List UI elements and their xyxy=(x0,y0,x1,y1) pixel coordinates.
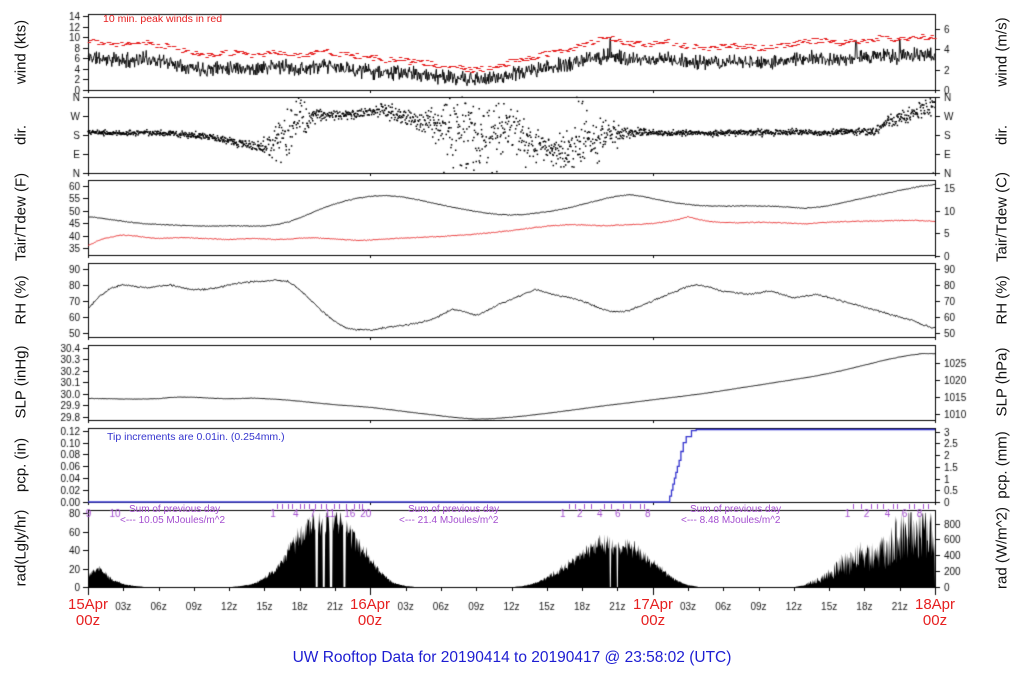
solar-sum-label: Sum of previous day xyxy=(690,504,782,515)
weather-plot-canvas xyxy=(0,0,1024,700)
day-date: 18Apr xyxy=(914,596,956,613)
axis-title-tair-c: Tair/Tdew (C) xyxy=(993,171,1011,263)
peak-wind-note: 10 min. peak winds in red xyxy=(103,13,223,25)
day-date: 16Apr xyxy=(349,596,391,613)
axis-title-dir-right: dir. xyxy=(993,124,1011,146)
axis-title-wind-ms: wind (m/s) xyxy=(993,17,1011,87)
day-date: 17Apr xyxy=(632,596,674,613)
solar-sum-value: <--- 8.48 MJoules/m^2 xyxy=(681,515,781,526)
axis-title-rh-left: RH (%) xyxy=(12,275,30,325)
axis-title-pcp-mm: pcp. (mm) xyxy=(993,431,1011,499)
day-date: 15Apr xyxy=(67,596,109,613)
solar-sum-label: Sum of previous day xyxy=(129,504,221,515)
day-time: 00z xyxy=(640,612,666,629)
axis-title-slp-inhg: SLP (inHg) xyxy=(12,345,30,419)
solar-sum-value: <--- 21.4 MJoules/m^2 xyxy=(399,515,499,526)
x-axis-day-label: 15Apr 00z xyxy=(68,597,108,629)
axis-title-dir-left: dir. xyxy=(12,124,30,146)
axis-title-rh-right: RH (%) xyxy=(993,275,1011,325)
axis-title-rad-ly: rad(Lgly/hr) xyxy=(12,509,30,587)
day-time: 00z xyxy=(357,612,383,629)
axis-title-tair-f: Tair/Tdew (F) xyxy=(12,172,30,262)
solar-sum-day1: Sum of previous day <--- 10.05 MJoules/m… xyxy=(120,504,225,526)
x-axis-day-label: 17Apr 00z xyxy=(633,597,673,629)
solar-sum-day2: Sum of previous day <--- 21.4 MJoules/m^… xyxy=(399,504,500,526)
x-axis-day-label: 16Apr 00z xyxy=(350,597,390,629)
axis-title-wind-kts: wind (kts) xyxy=(12,19,30,85)
axis-title-rad-wm2: rad (W/m^2) xyxy=(993,506,1011,590)
figure-title: UW Rooftop Data for 20190414 to 20190417… xyxy=(292,649,732,666)
solar-sum-value: <--- 10.05 MJoules/m^2 xyxy=(120,515,226,526)
uw-rooftop-weather-figure: wind (kts) dir. Tair/Tdew (F) RH (%) SLP… xyxy=(0,0,1024,700)
solar-sum-day3: Sum of previous day <--- 8.48 MJoules/m^… xyxy=(681,504,782,526)
solar-sum-label: Sum of previous day xyxy=(408,504,500,515)
rain-tip-note: Tip increments are 0.01in. (0.254mm.) xyxy=(107,431,285,443)
axis-title-slp-hpa: SLP (hPa) xyxy=(993,347,1011,417)
axis-title-pcp-in: pcp. (in) xyxy=(12,437,30,493)
day-time: 00z xyxy=(75,612,101,629)
x-axis-day-label: 18Apr 00z xyxy=(915,597,955,629)
day-time: 00z xyxy=(922,612,948,629)
